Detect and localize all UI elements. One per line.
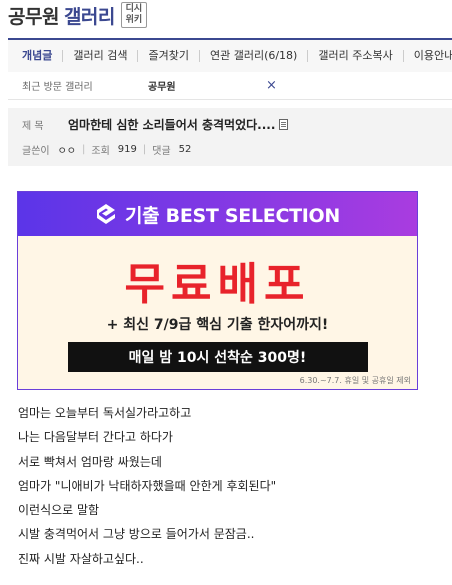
comments-count[interactable]: 52 <box>179 144 192 155</box>
ad-subtext: + 최신 7/9급 핵심 기출 한자어까지! <box>106 317 329 333</box>
gallery-word[interactable]: 갤러리 <box>64 2 115 29</box>
body-line: 시발 충격먹어서 그냥 방으로 들어가서 문잠금.. <box>18 527 255 542</box>
post-title: 엄마한테 심한 소리들어서 충격먹었다.... <box>68 118 276 132</box>
ad-cta-bar: 매일 밤 10시 선착순 300명! <box>67 342 368 372</box>
views-label: 조회 <box>91 146 110 157</box>
post-header: 제 목 엄마한테 심한 소리들어서 충격먹었다.... 글쓴이 ㅇㅇ | 조회 … <box>8 108 452 166</box>
comments-label: 댓글 <box>152 146 171 157</box>
brand-logo-icon <box>97 204 115 224</box>
author-label: 글쓴이 <box>22 146 50 157</box>
post-meta: 글쓴이 ㅇㅇ | 조회 919 | 댓글 52 <box>22 142 191 157</box>
badge-line2: 위키 <box>125 15 143 25</box>
badge-line1: 디시 <box>125 4 143 14</box>
views-count: 919 <box>117 144 137 155</box>
body-line: 서로 빡쳐서 엄마랑 싸웠는데 <box>18 454 162 469</box>
close-icon[interactable]: × <box>266 78 277 93</box>
ad-footnote: 6.30.~7.7. 휴일 및 공휴일 제외 <box>299 376 411 385</box>
title-row: 제 목 엄마한테 심한 소리들어서 충격먹었다.... <box>22 116 289 133</box>
meta-divider: | <box>142 144 147 155</box>
gallery-header: 공무원 갤러리 디시 위키 <box>8 0 147 30</box>
dcwiki-badge[interactable]: 디시 위키 <box>120 2 147 28</box>
ad-banner[interactable]: 기출 BEST SELECTION 무료배포 + 최신 7/9급 핵심 기출 한… <box>17 191 418 390</box>
author-name[interactable]: ㅇㅇ <box>58 142 76 157</box>
nav-gallery-search[interactable]: 갤러리 검색 <box>62 50 137 62</box>
nav-guide[interactable]: 이용안내 <box>402 50 452 62</box>
post-body: 엄마는 오늘부터 독서실가라고하고 나는 다음달부터 간다고 하다가 서로 빡쳐… <box>18 404 276 574</box>
ad-top-text: 기출 BEST SELECTION <box>125 204 340 227</box>
nav-copy-address[interactable]: 갤러리 주소복사 <box>307 50 402 62</box>
nav-related-galleries[interactable]: 연관 갤러리(6/18) <box>198 50 307 62</box>
body-line: 엄마는 오늘부터 독서실가라고하고 <box>18 406 192 420</box>
ad-headline: 무료배포 <box>124 259 311 310</box>
title-label: 제 목 <box>22 121 44 132</box>
gallery-name[interactable]: 공무원 <box>8 2 59 29</box>
gallery-nav: 개념글 갤러리 검색 즐겨찾기 연관 갤러리(6/18) 갤러리 주소복사 이용… <box>8 38 452 72</box>
document-icon <box>279 119 289 130</box>
ad-top-band: 기출 BEST SELECTION <box>18 192 417 236</box>
recent-galleries-label: 최근 방문 갤러리 <box>22 82 93 93</box>
body-line: 나는 다음달부터 간다고 하다가 <box>18 430 173 445</box>
meta-divider: | <box>82 144 86 155</box>
body-line: 엄마가 "니애비가 낙태하자했을때 안한게 후회된다" <box>18 478 277 493</box>
recent-gallery-link[interactable]: 공무원 <box>148 78 266 93</box>
nav-best-posts[interactable]: 개념글 <box>8 50 62 62</box>
recent-galleries-bar: 최근 방문 갤러리 공무원 × <box>8 72 452 100</box>
nav-favorites[interactable]: 즐겨찾기 <box>137 50 198 62</box>
body-line: 이런식으로 말함 <box>18 503 100 518</box>
body-line: 진짜 시발 자살하고싶다.. <box>18 551 144 566</box>
